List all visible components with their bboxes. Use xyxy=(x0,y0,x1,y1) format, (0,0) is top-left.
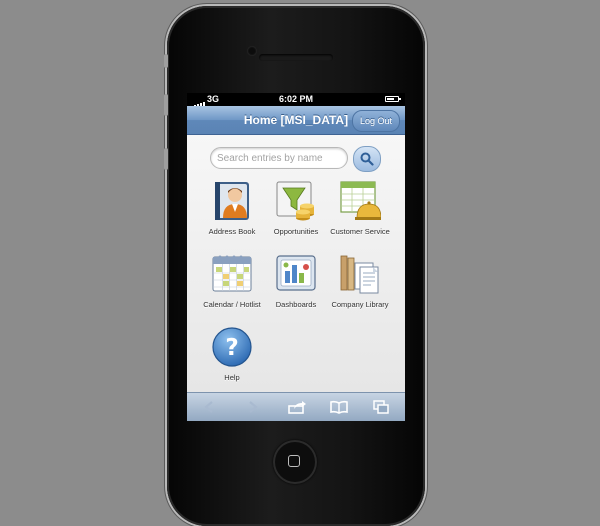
tile-help[interactable]: ? Help xyxy=(197,326,267,382)
tile-label: Opportunities xyxy=(273,227,319,236)
status-bar: 3G 6:02 PM xyxy=(187,93,405,109)
opportunities-icon xyxy=(275,180,317,222)
share-icon[interactable] xyxy=(287,400,307,414)
search-input[interactable] xyxy=(210,147,348,169)
tile-label: Help xyxy=(224,373,240,382)
earpiece xyxy=(259,54,333,61)
pages-icon[interactable] xyxy=(371,400,391,414)
tile-opportunities[interactable]: Opportunities xyxy=(261,180,331,236)
dashboards-icon xyxy=(275,253,317,295)
tile-dashboards[interactable]: Dashboards xyxy=(261,253,331,309)
home-content: Address Book Opportunities xyxy=(187,135,405,393)
tile-address-book[interactable]: Address Book xyxy=(197,180,267,236)
volume-up-button[interactable] xyxy=(164,94,168,116)
tile-label: Calendar / Hotlist xyxy=(203,300,261,309)
battery-icon xyxy=(385,96,401,102)
back-arrow-icon[interactable] xyxy=(199,400,219,414)
calendar-icon xyxy=(211,253,253,295)
browser-toolbar xyxy=(187,392,405,421)
silent-switch xyxy=(164,54,168,68)
home-button[interactable] xyxy=(273,440,317,484)
svg-text:?: ? xyxy=(225,335,238,361)
search-icon xyxy=(360,152,374,166)
volume-down-button[interactable] xyxy=(164,148,168,170)
help-icon: ? xyxy=(211,326,253,368)
company-library-icon xyxy=(339,253,381,295)
home-square-icon xyxy=(288,455,300,467)
tile-calendar-hotlist[interactable]: Calendar / Hotlist xyxy=(197,253,267,309)
status-time: 6:02 PM xyxy=(278,94,313,104)
bookmarks-icon[interactable] xyxy=(329,400,349,414)
phone-screen: 3G 6:02 PM Home [MSI_DATA] Log Out Searc… xyxy=(187,93,405,421)
tile-label: Dashboards xyxy=(275,300,317,309)
customer-service-icon xyxy=(339,180,382,222)
forward-arrow-icon[interactable] xyxy=(243,400,263,414)
address-book-icon xyxy=(211,180,253,222)
tile-label: Address Book xyxy=(208,227,256,236)
tile-customer-service[interactable]: Customer Service xyxy=(325,180,395,236)
search-button[interactable] xyxy=(353,146,381,172)
log-out-button[interactable]: Log Out xyxy=(351,110,400,132)
navigation-bar: Home [MSI_DATA] Log Out xyxy=(187,106,405,135)
tile-label: Customer Service xyxy=(330,227,390,236)
tile-label: Company Library xyxy=(331,300,389,309)
camera-icon xyxy=(247,46,257,56)
tile-company-library[interactable]: Company Library xyxy=(325,253,395,309)
